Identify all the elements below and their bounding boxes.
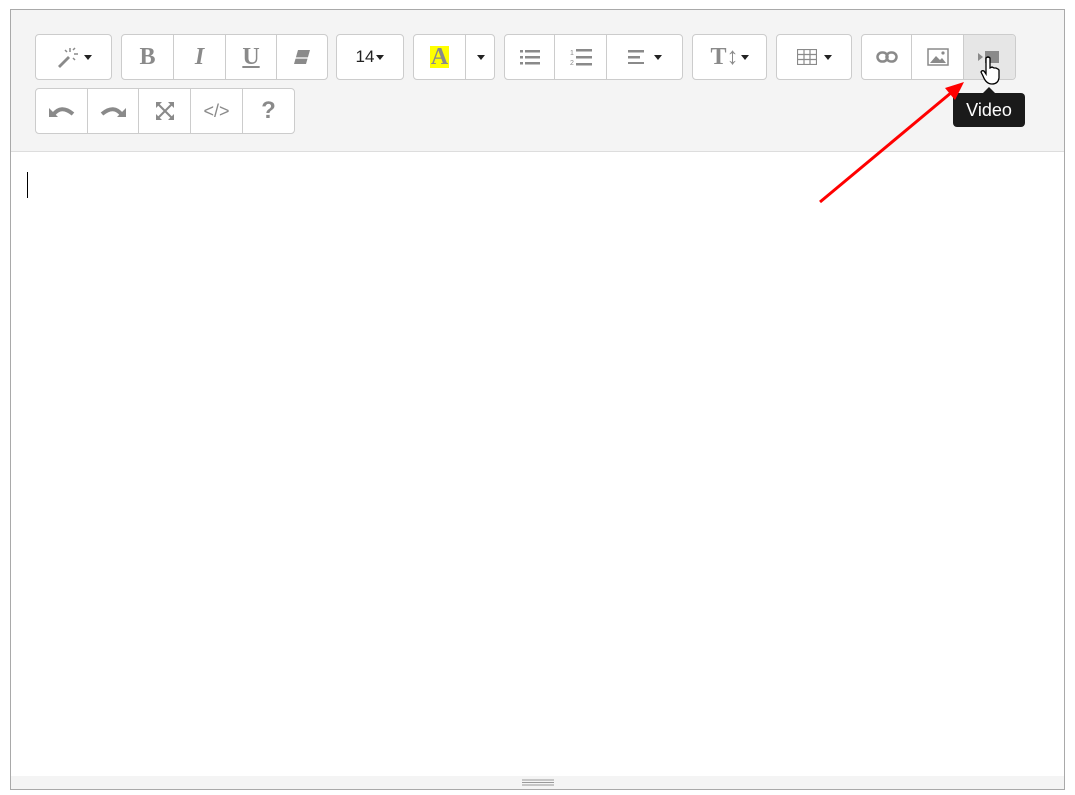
annotation-arrow [819, 82, 964, 204]
